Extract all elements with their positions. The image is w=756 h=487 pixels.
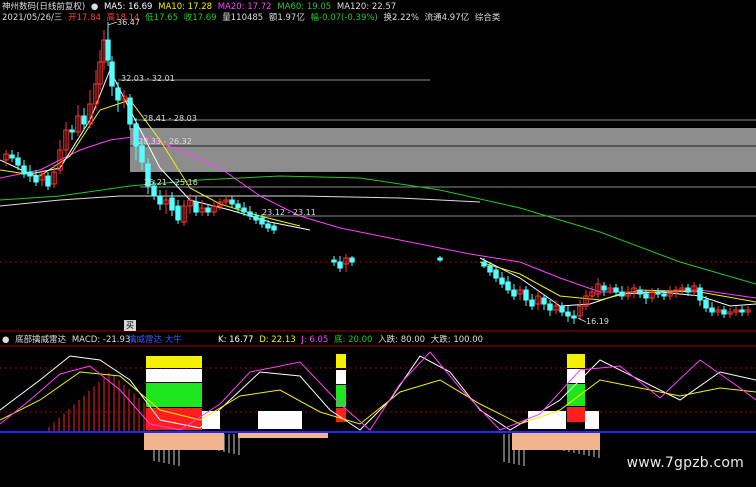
range-label: 28.41 - 28.03 bbox=[143, 114, 197, 123]
indicator-legend: 擒威雷达 大牛 bbox=[128, 334, 185, 346]
ma-line bbox=[0, 175, 756, 285]
candle-body bbox=[205, 207, 211, 213]
resistance-band bbox=[130, 128, 756, 172]
candle-body bbox=[481, 261, 487, 267]
indicator-settings-icon[interactable]: ● bbox=[2, 335, 9, 345]
candle-body bbox=[157, 195, 163, 205]
candle-body bbox=[655, 291, 661, 295]
range-label: 23.12 - 23.11 bbox=[262, 208, 316, 217]
kdj-params: K: 16.77 D: 22.13 J: 6.05 底: 20.00 入跌: 8… bbox=[218, 334, 486, 346]
candle-body bbox=[499, 277, 505, 285]
candle-body bbox=[565, 311, 571, 317]
candle-body bbox=[81, 115, 87, 125]
candle-body bbox=[271, 225, 277, 231]
candle-body bbox=[571, 315, 577, 319]
kdj-line bbox=[0, 355, 756, 431]
watermark: www.7gpzb.com bbox=[626, 455, 744, 471]
candle-body bbox=[151, 185, 157, 197]
bottom-zone-block bbox=[238, 433, 328, 438]
kline-chart[interactable] bbox=[0, 0, 756, 487]
candle-body bbox=[493, 269, 499, 279]
range-label: 32.03 - 32.01 bbox=[121, 74, 175, 83]
candle-body bbox=[9, 154, 15, 159]
candle-body bbox=[349, 257, 355, 263]
range-label: 25.21 - 25.16 bbox=[144, 178, 198, 187]
candle-body bbox=[337, 261, 343, 269]
candle-body bbox=[739, 309, 745, 313]
kdj-lines bbox=[0, 351, 756, 431]
candle-body bbox=[139, 145, 145, 163]
ma-line bbox=[479, 261, 756, 303]
bottom-zone-block bbox=[144, 433, 224, 450]
candle-body bbox=[505, 281, 511, 291]
macd-bars bbox=[43, 372, 600, 466]
candle-body bbox=[523, 289, 529, 301]
param-j: J: 6.05 bbox=[301, 335, 329, 345]
candle-body bbox=[559, 305, 565, 313]
signal-stack bbox=[146, 354, 599, 430]
high-price-label: 36.47 bbox=[117, 18, 140, 27]
candle-body bbox=[259, 217, 265, 225]
macd-value: MACD: -21.93 bbox=[71, 335, 131, 345]
crosshair-tag: 买 bbox=[124, 320, 136, 331]
legend-text: 擒威雷达 大牛 bbox=[128, 335, 182, 345]
candle-body bbox=[265, 223, 271, 229]
ma-line bbox=[479, 257, 756, 307]
candle-body bbox=[33, 175, 39, 183]
candle-body bbox=[685, 287, 691, 293]
candle-body bbox=[241, 207, 247, 213]
candle-body bbox=[619, 291, 625, 297]
param-k: K: 16.77 bbox=[218, 335, 254, 345]
kdj-line bbox=[0, 351, 756, 431]
moving-average-lines bbox=[0, 68, 756, 307]
param-big-drop: 大跌: 100.00 bbox=[430, 335, 484, 345]
candle-body bbox=[529, 299, 535, 307]
candle-body bbox=[541, 297, 547, 305]
candle-body bbox=[235, 203, 241, 209]
candlesticks bbox=[3, 22, 751, 324]
candle-body bbox=[643, 293, 649, 299]
candle-body bbox=[15, 157, 21, 166]
candle-body bbox=[21, 165, 27, 175]
candle-body bbox=[487, 265, 493, 273]
candle-body bbox=[721, 309, 727, 315]
indicator-header: ● 底部擒威雷达 MACD: -21.93 bbox=[2, 334, 133, 346]
candle-body bbox=[109, 61, 115, 87]
candle-body bbox=[229, 199, 235, 205]
candle-body bbox=[709, 307, 715, 313]
param-d: D: 22.13 bbox=[259, 335, 296, 345]
candle-body bbox=[437, 257, 443, 261]
candle-body bbox=[703, 299, 709, 309]
candle-body bbox=[511, 289, 517, 297]
candle-body bbox=[637, 289, 643, 295]
candle-body bbox=[105, 39, 111, 61]
candle-body bbox=[175, 205, 181, 221]
candle-body bbox=[247, 211, 253, 217]
indicator-name: 底部擒威雷达 bbox=[15, 335, 67, 345]
candle-body bbox=[193, 201, 199, 213]
candle-body bbox=[115, 87, 121, 101]
low-price-label: 16.19 bbox=[586, 317, 609, 326]
range-label: 28.33 - 26.32 bbox=[138, 137, 192, 146]
candle-body bbox=[547, 303, 553, 311]
candle-body bbox=[661, 293, 667, 297]
candle-body bbox=[69, 129, 75, 133]
high-marker bbox=[107, 21, 118, 26]
candle-body bbox=[127, 97, 133, 125]
low-marker bbox=[577, 317, 587, 323]
candle-body bbox=[45, 175, 51, 187]
candle-body bbox=[27, 171, 33, 177]
param-bottom: 底: 20.00 bbox=[334, 335, 373, 345]
kdj-line bbox=[0, 371, 756, 425]
candle-body bbox=[601, 285, 607, 291]
candle-body bbox=[331, 259, 337, 263]
candle-body bbox=[253, 215, 259, 221]
candle-body bbox=[613, 287, 619, 293]
bottom-zone-block bbox=[512, 433, 600, 450]
candle-body bbox=[697, 287, 703, 301]
candle-body bbox=[169, 197, 175, 211]
param-entry: 入跌: 80.00 bbox=[378, 335, 426, 345]
